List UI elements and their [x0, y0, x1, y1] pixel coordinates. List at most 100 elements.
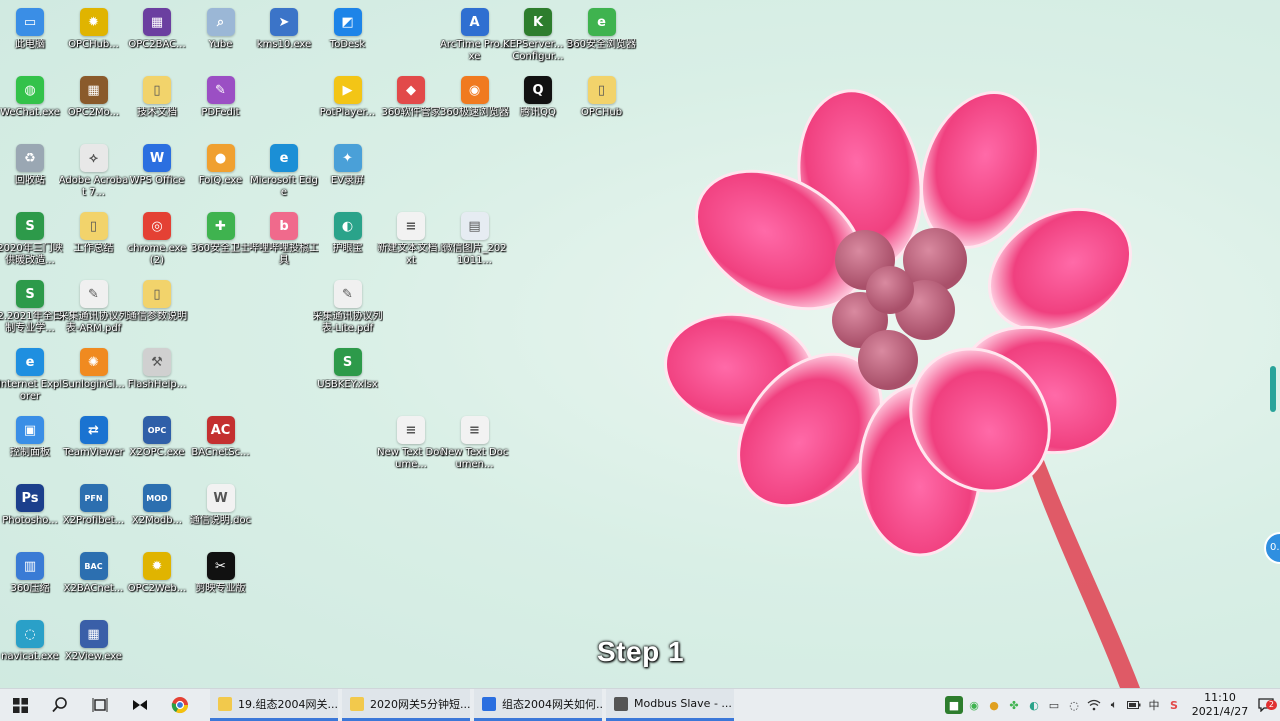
clock[interactable]: 11:10 2021/4/27 — [1188, 691, 1252, 719]
desktop-icon[interactable]: ✹ OPC2Web... — [125, 548, 189, 614]
desktop-icon[interactable]: ✎ 采集通讯协议列表-Lite.pdf — [313, 276, 383, 342]
desktop-icon[interactable]: ▶ PotPlayer... — [316, 72, 380, 138]
tray-browser-icon[interactable]: ● — [985, 696, 1003, 714]
desktop-icon[interactable]: ✚ 360安全卫士 — [189, 208, 253, 274]
desktop-icon[interactable]: ▦ X2View.exe — [62, 616, 126, 682]
pinned-chrome-button[interactable] — [160, 689, 200, 721]
desktop-icon[interactable]: e Microsoft Edge — [250, 140, 318, 206]
desktop-icon[interactable]: e Internet Explorer — [0, 344, 62, 410]
tray-360-icon[interactable]: ◉ — [965, 696, 983, 714]
desktop-icon[interactable]: S 2020年三门峡供暖改造... — [0, 208, 63, 274]
tray-network-app-icon[interactable]: ✤ — [1005, 696, 1023, 714]
desktop-icon[interactable]: ⌕ Yube — [189, 4, 253, 70]
desktop-icon[interactable]: ◩ ToDesk — [316, 4, 380, 70]
opc2web-icon: ✹ — [143, 552, 171, 580]
desktop-icon[interactable]: ➤ kms10.exe — [252, 4, 316, 70]
desktop-icon[interactable]: Q 腾讯QQ — [506, 72, 570, 138]
desktop-icon[interactable]: ◍ WeChat.exe — [0, 72, 62, 138]
desktop-icon[interactable]: ◉ 360极速浏览器 — [440, 72, 509, 138]
desktop-icon[interactable]: ✦ EV录屏 — [316, 140, 380, 206]
input-method-icon[interactable]: 中 — [1145, 696, 1163, 714]
tray-display-icon[interactable]: ▭ — [1045, 696, 1063, 714]
desktop-icon[interactable]: ≡ New Text Documen... — [441, 412, 508, 478]
desktop-icon[interactable]: ≡ 新建文本文档.txt — [377, 208, 445, 274]
floating-assistant-bubble[interactable]: 0. — [1264, 532, 1280, 564]
x2view-icon: ▦ — [79, 620, 108, 648]
desktop-icon[interactable]: A ArcTime Pro.exe — [440, 4, 509, 70]
taskbar-app-button[interactable]: 组态2004网关如何... — [474, 689, 602, 721]
desktop-icon[interactable]: ◌ navicat.exe — [0, 616, 62, 682]
desktop-icon[interactable]: K KEPServer... 5 Configur... — [503, 4, 573, 70]
desktop-icon[interactable]: ▤ 微信图片_2021011... — [442, 208, 507, 274]
desktop-icon[interactable]: ▯ 技术文档 — [125, 72, 189, 138]
desktop-icon[interactable]: W WPS Office — [125, 140, 189, 206]
desktop-icon[interactable]: W 通信说明.doc — [189, 480, 253, 546]
desktop-icon[interactable]: PFN X2Profibet... — [62, 480, 126, 546]
desktop-icon[interactable]: ⇄ TeamViewer — [62, 412, 126, 478]
desktop-icon[interactable]: ▯ 通信参数说明 — [125, 276, 189, 342]
sunlogin-icon: ✺ — [79, 348, 108, 376]
desktop-icon[interactable]: ≡ New Text Docume... — [377, 412, 445, 478]
desktop-icon[interactable]: AC BACnetSc... — [189, 412, 253, 478]
desktop-icon-label: OPC2Web... — [127, 583, 187, 594]
desktop-icon-label: EV录屏 — [330, 175, 365, 186]
folder-icon — [218, 696, 232, 711]
desktop-icon-label: OPCHub — [580, 107, 623, 118]
folder-icon: ▯ — [587, 76, 616, 104]
desktop-icon[interactable]: ✎ 采集通讯协议列表-ARM.pdf — [59, 276, 129, 342]
desktop-icon[interactable]: ▦ OPC2Mo... — [62, 72, 126, 138]
desktop-icon[interactable]: ▥ 360压缩 — [0, 548, 62, 614]
desktop-icon[interactable]: BAC X2BACnet... — [62, 548, 126, 614]
desktop-icon[interactable]: S 2.2021年全日制专业学... — [0, 276, 63, 342]
taskbar-app-button[interactable]: Modbus Slave - ... — [606, 689, 734, 721]
desktop-icon[interactable]: e 360安全浏览器 — [567, 4, 636, 70]
security-guard-icon: ✚ — [206, 212, 235, 240]
tray-app-icon[interactable]: ■ — [945, 696, 963, 714]
desktop-icon[interactable]: ▯ OPCHub — [570, 72, 634, 138]
desktop-icon[interactable]: ▣ 控制面板 — [0, 412, 62, 478]
spreadsheet-icon: S — [16, 212, 44, 240]
desktop-icon[interactable]: ✹ OPCHub... — [62, 4, 126, 70]
qq-icon: Q — [524, 76, 552, 104]
desktop-icon-label: Yube — [208, 39, 233, 50]
task-view-button[interactable] — [80, 689, 120, 721]
desktop-icon[interactable]: Ps Photosho... — [0, 480, 62, 546]
taskbar-app-button[interactable]: 2020网关5分钟短... — [342, 689, 470, 721]
tray-eye-care-icon[interactable]: ◐ — [1025, 696, 1043, 714]
desktop-icon[interactable]: ◆ 360软件管家 — [379, 72, 443, 138]
desktop-icon[interactable]: ▦ OPC2BAC... — [125, 4, 189, 70]
desktop-icon-label: X2View.exe — [65, 651, 122, 662]
desktop-icon[interactable]: ✺ SunloginCl... — [62, 344, 126, 410]
desktop-icon-label: FlashHelp... — [127, 379, 187, 390]
desktop-icon[interactable]: ◎ chrome.exe (2) — [125, 208, 189, 274]
desktop-icon[interactable]: ◐ 护眼宝 — [316, 208, 380, 274]
desktop-icon[interactable]: S USBKEY.xlsx — [316, 344, 380, 410]
volume-icon[interactable]: 🔈︎ — [1105, 696, 1123, 714]
search-button[interactable] — [40, 689, 80, 721]
desktop-icon[interactable]: b 哔哩哔哩投稿工具 — [249, 208, 319, 274]
desktop-icon[interactable]: ▯ 工作总结 — [62, 208, 126, 274]
desktop-icon[interactable]: ♻ 回收站 — [0, 140, 62, 206]
desktop-icon[interactable]: ✎ PDFedit — [189, 72, 253, 138]
tray-app-s-icon[interactable]: S — [1165, 696, 1183, 714]
notification-center-button[interactable]: 2 — [1252, 689, 1280, 721]
battery-icon[interactable] — [1125, 696, 1143, 714]
desktop-icon[interactable]: ✂ 剪映专业版 — [189, 548, 253, 614]
text-file-icon: ≡ — [397, 416, 425, 444]
desktop-icon[interactable]: OPC X2OPC.exe — [125, 412, 189, 478]
desktop-icon[interactable]: ⚒ FlashHelp... — [125, 344, 189, 410]
pinned-app-button[interactable] — [120, 689, 160, 721]
taskbar-app-button[interactable]: 19.组态2004网关... — [210, 689, 338, 721]
wifi-icon[interactable] — [1085, 696, 1103, 714]
desktop-icon[interactable]: MOD X2Modb... — [125, 480, 189, 546]
desktop-icon-label: ToDesk — [329, 39, 366, 50]
desktop-icon-label: navicat.exe — [1, 651, 59, 662]
desktop-icon[interactable]: ⟡ Adobe Acrobat 7... — [59, 140, 128, 206]
tray-recorder-icon[interactable]: ◌ — [1065, 696, 1083, 714]
desktop-icon[interactable]: ▭ 此电脑 — [0, 4, 62, 70]
start-button[interactable] — [0, 689, 40, 721]
desktop-icon-label: 2020年三门峡供暖改造... — [0, 243, 63, 266]
desktop-icon[interactable]: ● FoIQ.exe — [189, 140, 253, 206]
system-tray: ■ ◉ ● ✤ ◐ ▭ ◌ 🔈︎ 中 S 11:10 2021/4/27 2 — [944, 689, 1280, 721]
scroll-handle[interactable] — [1270, 366, 1276, 412]
